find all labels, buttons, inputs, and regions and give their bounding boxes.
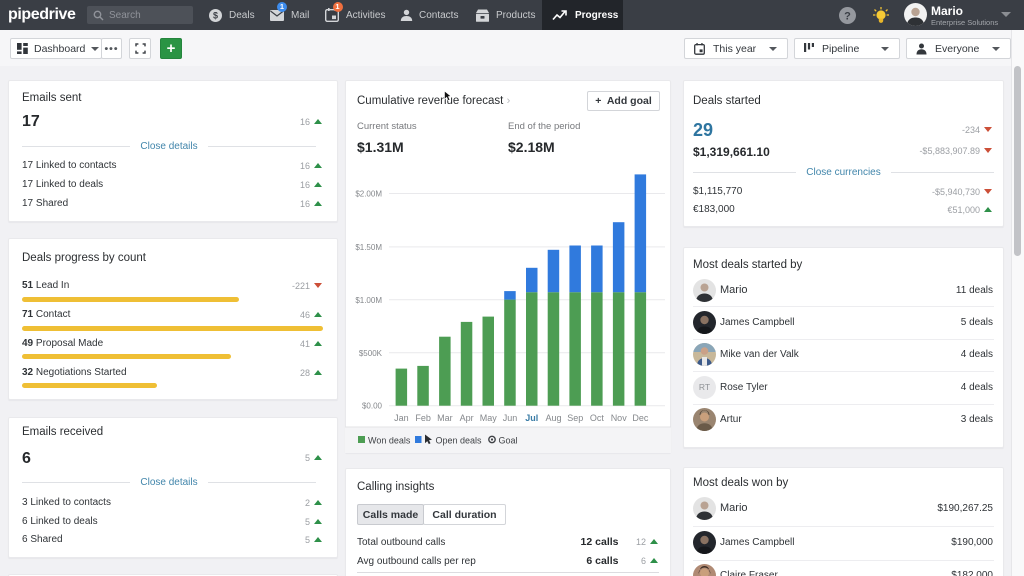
svg-text:Mar: Mar [437,413,453,423]
svg-text:$2.00M: $2.00M [355,190,382,199]
svg-text:Oct: Oct [590,413,605,423]
svg-text:$1.00M: $1.00M [355,296,382,305]
svg-text:$500K: $500K [359,349,383,358]
svg-text:Jul: Jul [525,413,538,423]
svg-text:$1.50M: $1.50M [355,243,382,252]
svg-text:Nov: Nov [611,413,628,423]
svg-text:Sep: Sep [567,413,583,423]
svg-text:Feb: Feb [415,413,431,423]
svg-text:Jan: Jan [394,413,409,423]
svg-text:Apr: Apr [460,413,474,423]
svg-text:Jun: Jun [503,413,518,423]
svg-text:Open deals: Open deals [436,436,483,446]
svg-text:?: ? [844,10,851,22]
svg-text:May: May [480,413,498,423]
svg-text:$: $ [213,10,218,20]
svg-text:$0.00: $0.00 [362,402,383,411]
svg-text:Dec: Dec [632,413,649,423]
svg-text:Goal: Goal [499,436,518,446]
svg-text:Aug: Aug [545,413,561,423]
svg-text:Won deals: Won deals [368,436,411,446]
